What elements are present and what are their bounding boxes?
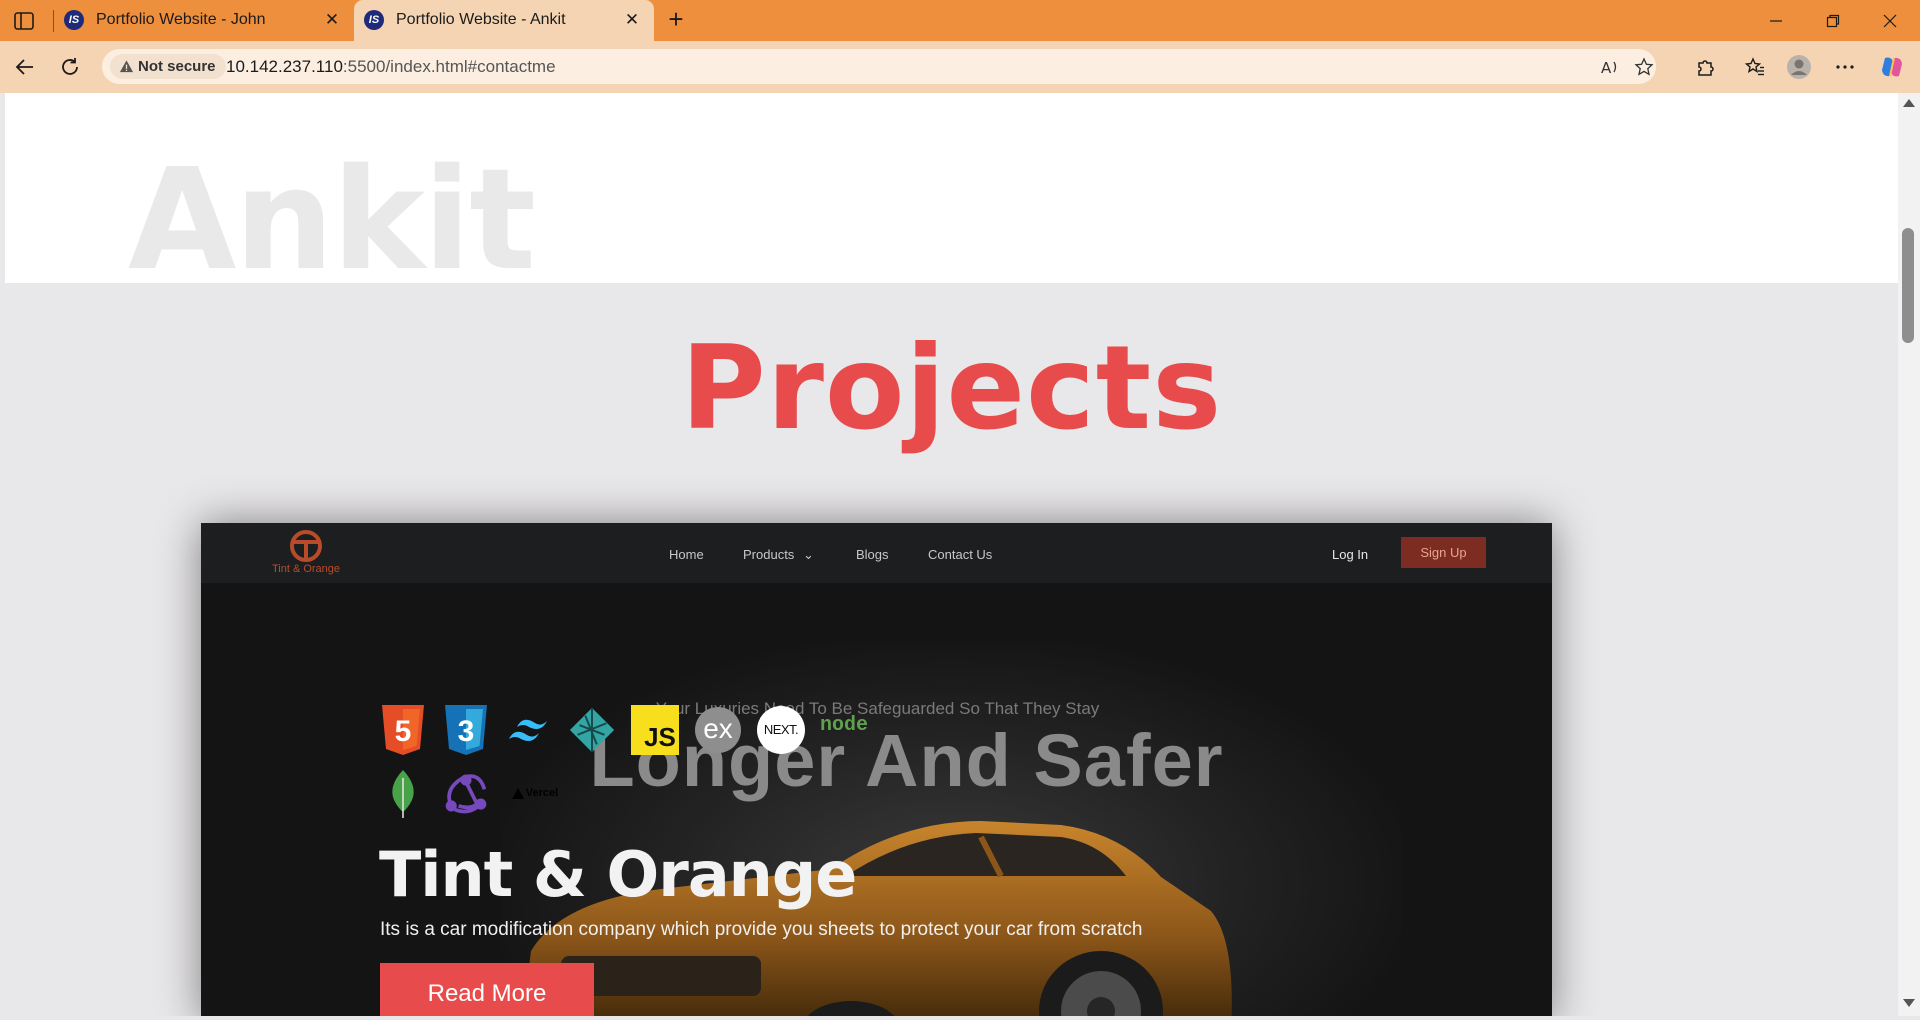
copilot-icon[interactable] (1879, 54, 1905, 80)
tech-stack-row-1: 5 3 JS ex NEXT. node (379, 705, 883, 755)
svg-text:A: A (1601, 59, 1612, 77)
preview-nav-home: Home (669, 547, 704, 562)
tab-title: Portfolio Website - Ankit (396, 11, 566, 28)
project-preview-navbar: Tint & Orange Home Products ⌄ Blogs Cont… (201, 523, 1552, 583)
security-label: Not secure (138, 58, 216, 75)
back-arrow-icon[interactable] (12, 54, 38, 80)
redux-icon (442, 768, 490, 818)
javascript-icon: JS (631, 705, 679, 755)
url-host: 10.142.237.110 (226, 57, 343, 76)
html5-icon: 5 (379, 705, 427, 755)
mongodb-icon (379, 768, 427, 818)
netlify-icon (568, 705, 616, 755)
read-more-button[interactable]: Read More (380, 963, 594, 1016)
window-close-icon[interactable] (1870, 8, 1910, 34)
url-path: :5500/index.html#contactme (342, 57, 556, 76)
project-title: Tint & Orange (379, 838, 857, 911)
close-icon[interactable]: ✕ (322, 10, 342, 30)
minimize-icon[interactable] (1756, 8, 1796, 34)
tab-favicon-icon: IS (64, 10, 84, 30)
about-section-tail: Ankit (5, 93, 1898, 283)
preview-nav-products: Products ⌄ (743, 547, 814, 563)
favorites-collection-icon[interactable] (1742, 54, 1768, 80)
preview-nav-products-label: Products (743, 547, 795, 562)
express-icon: ex (694, 705, 742, 755)
extensions-puzzle-icon[interactable] (1692, 54, 1718, 80)
tab-portfolio-ankit[interactable]: IS Portfolio Website - Ankit ✕ (354, 0, 654, 41)
tailwind-icon (505, 705, 553, 755)
security-indicator[interactable]: Not secure (110, 54, 226, 79)
url-text[interactable]: 10.142.237.110:5500/index.html#contactme (226, 57, 556, 77)
browser-toolbar: Not secure 10.142.237.110:5500/index.htm… (0, 41, 1920, 93)
nodejs-label: node (820, 713, 869, 737)
svg-text:3: 3 (458, 715, 475, 748)
page-viewport: Ankit Projects Your Luxuries Need To Be … (5, 93, 1898, 1016)
refresh-icon[interactable] (57, 54, 83, 80)
preview-nav-contact: Contact Us (928, 547, 993, 562)
project-description: Its is a car modification company which … (380, 919, 1143, 940)
vercel-icon: Vercel (505, 768, 565, 818)
restore-icon[interactable] (1813, 8, 1853, 34)
tab-favicon-icon: IS (364, 10, 384, 30)
close-icon[interactable]: ✕ (622, 10, 642, 30)
projects-heading: Projects (680, 321, 1223, 456)
nextjs-icon: NEXT. (757, 705, 805, 755)
background-name-watermark: Ankit (128, 139, 536, 284)
preview-signup: Sign Up (1401, 537, 1486, 568)
svg-text:5: 5 (395, 715, 412, 748)
javascript-label: JS (644, 721, 676, 752)
profile-avatar-icon[interactable] (1786, 54, 1812, 80)
preview-login: Log In (1332, 547, 1369, 562)
preview-nav-blogs: Blogs (856, 547, 889, 562)
tech-stack-row-2: Vercel (379, 768, 580, 818)
scroll-down-arrow-icon[interactable] (1903, 999, 1915, 1007)
page-scrollbar[interactable] (1898, 93, 1920, 1016)
project-card: Your Luxuries Need To Be Safeguarded So … (201, 523, 1552, 1016)
nextjs-label: NEXT. (757, 706, 805, 754)
tab-strip: IS Portfolio Website - John ✕ IS Portfol… (0, 0, 1920, 41)
tab-title: Portfolio Website - John (96, 11, 266, 28)
logo-text: Tint & Orange (271, 563, 341, 575)
express-label: ex (695, 707, 741, 753)
tab-portfolio-john[interactable]: IS Portfolio Website - John ✕ (54, 0, 354, 41)
chevron-down-icon: ⌄ (802, 547, 814, 562)
warning-icon (119, 60, 134, 73)
more-options-icon[interactable] (1832, 54, 1858, 80)
css3-icon: 3 (442, 705, 490, 755)
new-tab-plus-icon[interactable]: + (664, 6, 688, 32)
scrollbar-thumb[interactable] (1902, 228, 1914, 343)
scroll-up-arrow-icon[interactable] (1903, 99, 1915, 107)
nodejs-icon: node (820, 705, 868, 755)
tab-actions-icon[interactable] (12, 9, 36, 33)
favorite-star-icon[interactable] (1633, 56, 1655, 78)
tint-orange-logo: Tint & Orange (269, 529, 343, 577)
vercel-label: Vercel (525, 787, 559, 799)
address-bar[interactable]: Not secure 10.142.237.110:5500/index.htm… (102, 49, 1656, 84)
read-aloud-icon[interactable]: A (1599, 56, 1621, 78)
